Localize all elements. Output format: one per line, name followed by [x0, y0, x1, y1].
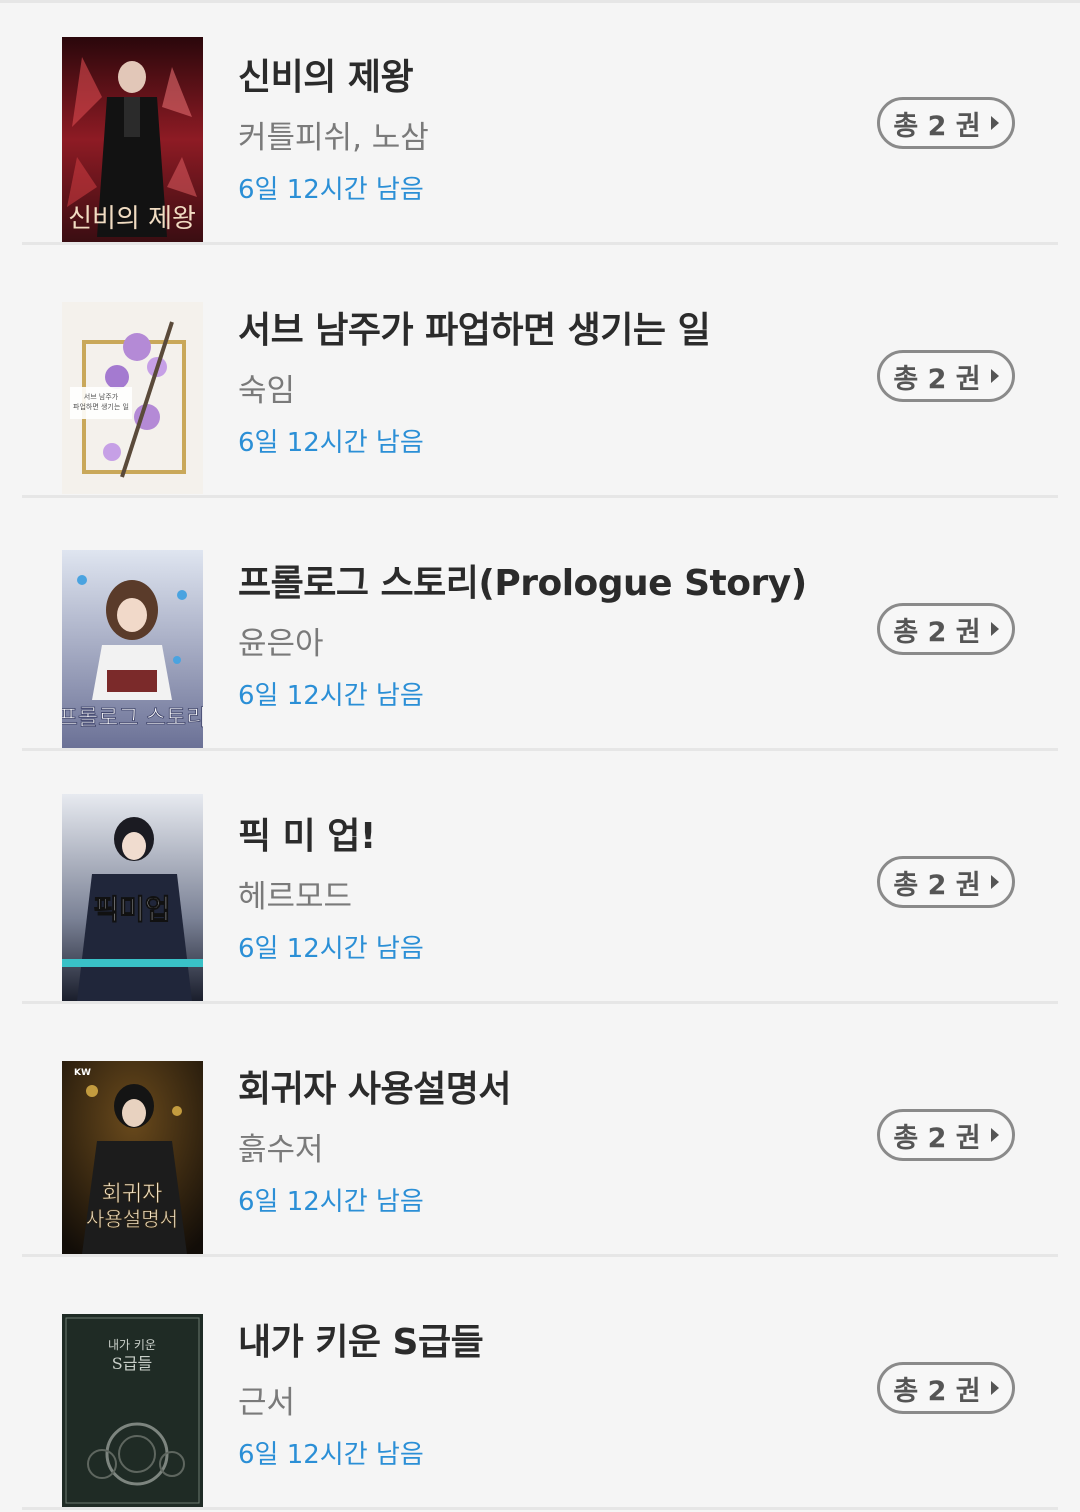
volumes-label: 총 2 권 [893, 869, 981, 901]
rental-remaining: 6일 12시간 남음 [238, 1187, 424, 1217]
volumes-label: 총 2 권 [893, 1375, 981, 1407]
book-title[interactable]: 회귀자 사용설명서 [238, 1060, 512, 1112]
book-author: 커틀피쉬, 노삼 [238, 120, 429, 156]
list-item[interactable]: 신비의 제왕 신비의 제왕 커틀피쉬, 노삼 6일 12시간 남음 총 2 권 [0, 0, 1080, 253]
rental-remaining: 6일 12시간 남음 [238, 175, 424, 205]
row-divider [22, 1001, 1058, 1004]
volumes-button[interactable]: 총 2 권 [877, 350, 1015, 402]
book-title[interactable]: 픽 미 업! [238, 807, 376, 859]
book-title[interactable]: 프롤로그 스토리(Prologue Story) [238, 554, 807, 606]
chevron-right-icon [990, 1128, 999, 1142]
book-cover[interactable]: 프롤로그 스토리 [62, 550, 203, 748]
svg-text:S급들: S급들 [112, 1354, 152, 1373]
volumes-label: 총 2 권 [893, 1122, 981, 1154]
cover-title-text: 신비의 제왕 [68, 204, 196, 234]
rental-remaining: 6일 12시간 남음 [238, 428, 424, 458]
book-list: 신비의 제왕 신비의 제왕 커틀피쉬, 노삼 6일 12시간 남음 총 2 권 [0, 0, 1080, 1512]
book-cover[interactable]: 신비의 제왕 [62, 37, 203, 242]
list-item[interactable]: 회귀자 사용설명서 KW 회귀자 사용설명서 흙수저 6일 12시간 남음 총 … [0, 1012, 1080, 1265]
svg-text:서브 남주가: 서브 남주가 [84, 392, 119, 401]
volumes-label: 총 2 권 [893, 110, 981, 142]
book-title[interactable]: 내가 키운 S급들 [238, 1313, 484, 1365]
volumes-label: 총 2 권 [893, 363, 981, 395]
row-divider [22, 495, 1058, 498]
row-divider [22, 748, 1058, 751]
book-author: 근서 [238, 1385, 296, 1421]
volumes-button[interactable]: 총 2 권 [877, 856, 1015, 908]
chevron-right-icon [990, 1381, 999, 1395]
volumes-button[interactable]: 총 2 권 [877, 603, 1015, 655]
rental-remaining: 6일 12시간 남음 [238, 681, 424, 711]
chevron-right-icon [990, 622, 999, 636]
svg-text:내가 키운: 내가 키운 [108, 1338, 156, 1352]
rental-remaining: 6일 12시간 남음 [238, 1440, 424, 1470]
list-item[interactable]: 내가 키운 S급들 내가 키운 S급들 근서 6일 12시간 남음 총 2 권 [0, 1265, 1080, 1512]
row-divider [22, 1507, 1058, 1510]
chevron-right-icon [990, 369, 999, 383]
volumes-button[interactable]: 총 2 권 [877, 97, 1015, 149]
cover-title-text: 프롤로그 스토리 [62, 706, 203, 731]
volumes-button[interactable]: 총 2 권 [877, 1362, 1015, 1414]
cover-title-text: 픽미업 [93, 893, 170, 926]
book-cover[interactable]: 회귀자 사용설명서 KW [62, 1061, 203, 1254]
chevron-right-icon [990, 116, 999, 130]
row-divider [22, 1254, 1058, 1257]
svg-text:사용설명서: 사용설명서 [86, 1207, 178, 1231]
book-cover[interactable]: 내가 키운 S급들 [62, 1314, 203, 1507]
book-author: 헤르모드 [238, 879, 353, 915]
book-title[interactable]: 서브 남주가 파업하면 생기는 일 [238, 301, 711, 353]
svg-text:회귀자: 회귀자 [102, 1182, 163, 1207]
book-cover[interactable]: 픽미업 [62, 794, 203, 1001]
volumes-button[interactable]: 총 2 권 [877, 1109, 1015, 1161]
svg-text:KW: KW [74, 1068, 91, 1078]
chevron-right-icon [990, 875, 999, 889]
book-author: 흙수저 [238, 1132, 324, 1168]
svg-text:파업하면 생기는 일: 파업하면 생기는 일 [73, 402, 129, 411]
book-author: 윤은아 [238, 626, 324, 662]
volumes-label: 총 2 권 [893, 616, 981, 648]
book-cover[interactable]: 서브 남주가 파업하면 생기는 일 [62, 302, 203, 494]
rental-remaining: 6일 12시간 남음 [238, 934, 424, 964]
list-item[interactable]: 프롤로그 스토리 프롤로그 스토리(Prologue Story) 윤은아 6일… [0, 506, 1080, 759]
list-item[interactable]: 픽미업 픽 미 업! 헤르모드 6일 12시간 남음 총 2 권 [0, 759, 1080, 1012]
list-item[interactable]: 서브 남주가 파업하면 생기는 일 서브 남주가 파업하면 생기는 일 숙임 6… [0, 253, 1080, 506]
book-author: 숙임 [238, 373, 296, 409]
book-title[interactable]: 신비의 제왕 [238, 48, 414, 100]
row-divider [22, 242, 1058, 245]
